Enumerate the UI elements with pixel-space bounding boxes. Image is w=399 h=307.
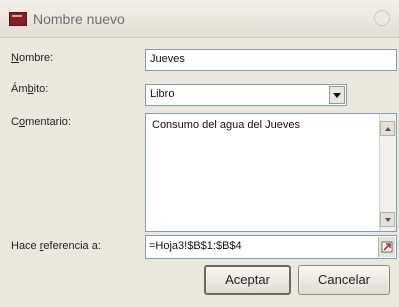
referencia-label: Hace referencia a:	[11, 240, 101, 252]
ambito-dropdown-button[interactable]	[329, 86, 345, 104]
ambito-label: Ámbito:	[11, 83, 49, 95]
referencia-value: =Hoja3!$B$1:$B$4	[149, 240, 242, 252]
close-icon[interactable]	[374, 10, 390, 26]
ambito-value: Libro	[150, 88, 175, 100]
comentario-label: Comentario:	[11, 116, 71, 128]
arrow-up-icon	[384, 126, 391, 131]
arrow-down-icon	[384, 217, 391, 222]
comentario-value: Consumo del agua del Jueves	[152, 119, 300, 131]
accept-button[interactable]: Aceptar	[204, 265, 291, 295]
referencia-input[interactable]: =Hoja3!$B$1:$B$4	[145, 235, 397, 259]
cancel-button[interactable]: Cancelar	[298, 265, 390, 295]
range-select-button[interactable]	[378, 237, 395, 257]
chevron-down-icon	[333, 92, 341, 98]
nombre-value: Jueves	[150, 53, 185, 65]
comentario-scrollbar[interactable]	[379, 114, 396, 231]
window-title: Nombre nuevo	[33, 11, 125, 27]
ambito-select[interactable]: Libro	[145, 84, 347, 106]
scroll-up-button[interactable]	[380, 121, 395, 136]
title-bar: Nombre nuevo	[0, 0, 399, 38]
nombre-label: Nombre:	[11, 52, 54, 64]
app-icon	[9, 12, 27, 26]
scroll-down-button[interactable]	[380, 212, 395, 227]
comentario-textarea[interactable]: Consumo del agua del Jueves	[145, 113, 397, 232]
nombre-input[interactable]: Jueves	[145, 49, 397, 71]
shrink-range-icon	[381, 241, 393, 253]
